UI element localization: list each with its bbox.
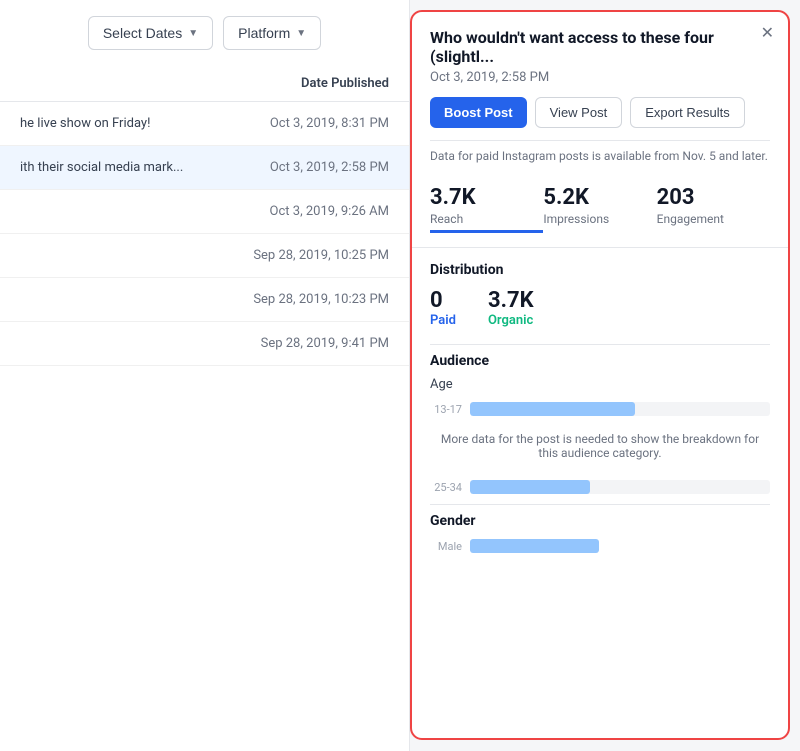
info-banner: Data for paid Instagram posts is availab… [430,140,770,171]
reach-value: 3.7K [430,185,543,210]
detail-title: Who wouldn't want access to these four (… [430,28,770,66]
audience-title: Audience [430,353,770,369]
organic-distribution: 3.7K Organic [488,288,534,328]
age-sub-label: Age [430,377,770,392]
table-row[interactable]: he live show on Friday! Oct 3, 2019, 8:3… [0,102,409,146]
more-data-notice: More data for the post is needed to show… [430,424,770,468]
table-row[interactable]: ith their social media mark... Oct 3, 20… [0,146,409,190]
action-buttons: Boost Post View Post Export Results [430,97,770,128]
row-date: Oct 3, 2019, 2:58 PM [270,160,389,175]
table-row[interactable]: Sep 28, 2019, 9:41 PM [0,322,409,366]
chevron-down-icon: ▼ [188,28,198,39]
paid-distribution: 0 Paid [430,288,456,328]
paid-label: Paid [430,313,456,328]
detail-header: ✕ Who wouldn't want access to these four… [412,12,788,171]
age-label-13-17: 13-17 [430,403,462,416]
row-date: Sep 28, 2019, 10:23 PM [253,292,389,307]
row-date: Oct 3, 2019, 8:31 PM [270,116,389,131]
age-chart: 13-17 [430,402,770,416]
gender-title: Gender [430,513,770,529]
organic-label: Organic [488,313,534,328]
detail-date: Oct 3, 2019, 2:58 PM [430,70,770,85]
table-row[interactable]: Oct 3, 2019, 9:26 AM [0,190,409,234]
distribution-row: 0 Paid 3.7K Organic [430,288,770,328]
age-bar-fill-25-34 [470,480,590,494]
detail-panel: ✕ Who wouldn't want access to these four… [410,10,790,740]
row-date: Sep 28, 2019, 10:25 PM [253,248,389,263]
select-dates-label: Select Dates [103,25,182,41]
age-row-25-34: 25-34 [430,480,770,494]
gender-label-male: Male [430,540,462,553]
chevron-down-icon: ▼ [296,28,306,39]
age-chart-bottom: 25-34 [430,480,770,494]
platform-button[interactable]: Platform ▼ [223,16,321,50]
row-date: Sep 28, 2019, 9:41 PM [261,336,389,351]
impressions-label: Impressions [543,212,656,226]
organic-value: 3.7K [488,288,534,313]
age-bar-bg [470,402,770,416]
left-panel: Select Dates ▼ Platform ▼ Date Published… [0,0,410,751]
engagement-metric[interactable]: 203 Engagement [657,185,770,233]
boost-post-button[interactable]: Boost Post [430,97,527,128]
distribution-title: Distribution [430,262,770,278]
reach-label: Reach [430,212,543,226]
engagement-value: 203 [657,185,770,210]
impressions-metric[interactable]: 5.2K Impressions [543,185,656,233]
view-post-button[interactable]: View Post [535,97,623,128]
age-bar-bg-25-34 [470,480,770,494]
export-results-button[interactable]: Export Results [630,97,745,128]
row-date: Oct 3, 2019, 9:26 AM [270,204,389,219]
row-title: he live show on Friday! [20,116,220,131]
detail-body: Distribution 0 Paid 3.7K Organic Audienc… [412,248,788,738]
platform-label: Platform [238,25,290,41]
impressions-value: 5.2K [543,185,656,210]
divider [430,504,770,505]
table-row[interactable]: Sep 28, 2019, 10:25 PM [0,234,409,278]
reach-metric[interactable]: 3.7K Reach [430,185,543,233]
gender-bar-fill-male [470,539,599,553]
gender-section: Gender Male [430,513,770,553]
gender-row-male: Male [430,539,770,553]
select-dates-button[interactable]: Select Dates ▼ [88,16,213,50]
age-bar-fill [470,402,635,416]
metrics-row: 3.7K Reach 5.2K Impressions 203 Engageme… [412,171,788,248]
toolbar: Select Dates ▼ Platform ▼ [0,0,409,66]
engagement-label: Engagement [657,212,770,226]
age-row-13-17: 13-17 [430,402,770,416]
table-row[interactable]: Sep 28, 2019, 10:23 PM [0,278,409,322]
divider [430,344,770,345]
row-title: ith their social media mark... [20,160,220,175]
date-published-header: Date Published [0,66,409,102]
audience-section: Audience Age 13-17 More data for the pos… [430,353,770,494]
paid-value: 0 [430,288,456,313]
age-label-25-34: 25-34 [430,481,462,494]
close-button[interactable]: ✕ [761,26,774,42]
